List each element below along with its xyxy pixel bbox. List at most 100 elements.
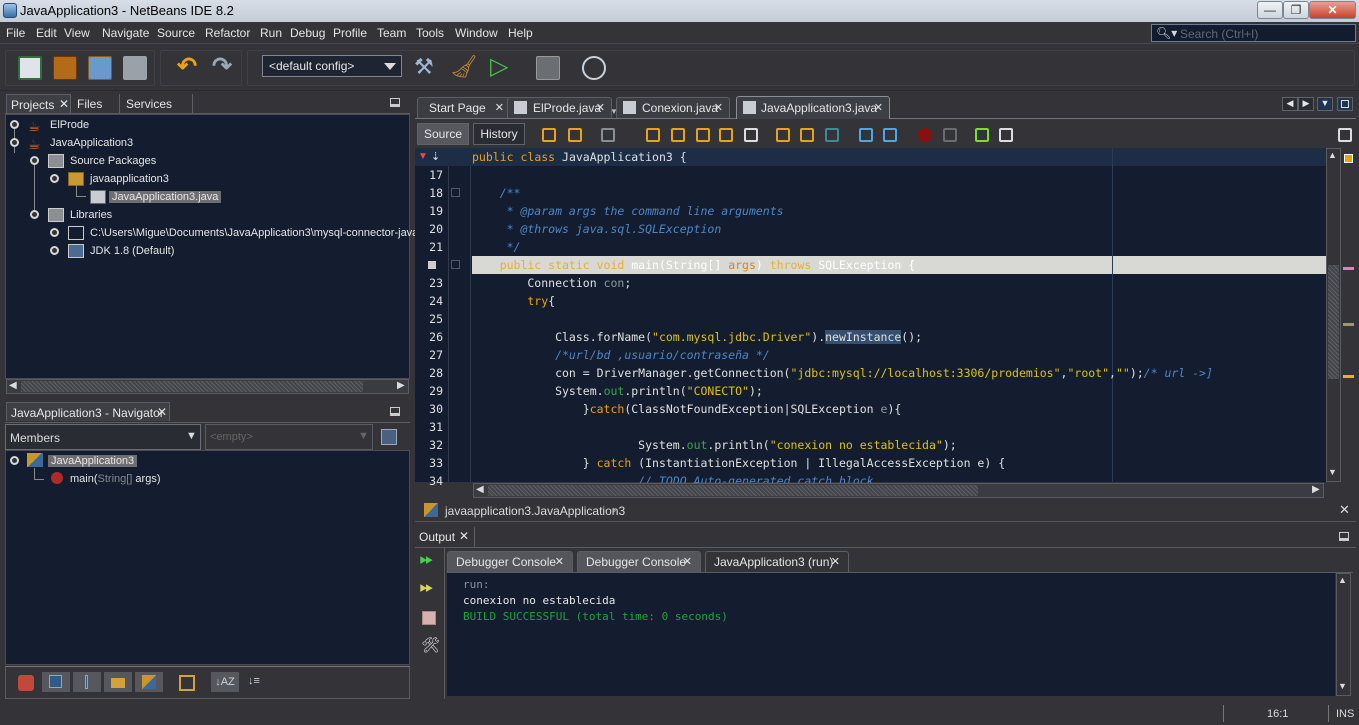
- start-macro-icon[interactable]: [918, 128, 932, 142]
- show-static-button[interactable]: [73, 672, 101, 692]
- menu-tools[interactable]: Tools: [416, 26, 444, 40]
- find-icon[interactable]: [646, 128, 660, 142]
- sort-by-source-icon[interactable]: ↓≡: [248, 675, 260, 687]
- scroll-right-icon[interactable]: ▶: [1312, 484, 1320, 495]
- code-line[interactable]: try{: [472, 292, 555, 310]
- code-line[interactable]: */: [472, 238, 521, 256]
- close-icon[interactable]: ✕: [495, 101, 504, 114]
- inherited-members-icon[interactable]: [18, 675, 34, 691]
- scroll-down-icon[interactable]: ▼: [1328, 467, 1337, 477]
- expand-toggle-icon[interactable]: [50, 246, 59, 255]
- back-icon[interactable]: [568, 128, 582, 142]
- comment-icon[interactable]: [975, 128, 989, 142]
- tree-item[interactable]: Source Packages: [70, 152, 156, 170]
- close-icon[interactable]: ✕: [874, 101, 883, 114]
- chevron-right-icon[interactable]: ›: [612, 502, 616, 517]
- close-icon[interactable]: ✕: [59, 97, 69, 111]
- expand-toggle-icon[interactable]: [30, 156, 39, 165]
- close-icon[interactable]: ✕: [714, 101, 723, 114]
- projects-hscrollbar[interactable]: ◀ ▶: [6, 379, 409, 394]
- search-input[interactable]: 🔍︎▾ Search (Ctrl+I): [1151, 24, 1356, 42]
- scroll-up-icon[interactable]: ▲: [1338, 575, 1347, 585]
- members-filter-select[interactable]: Members ▼: [5, 424, 201, 450]
- tree-item-selected[interactable]: JavaApplication3.java: [109, 188, 222, 206]
- restore-button[interactable]: ❐: [1283, 1, 1309, 19]
- run-icon[interactable]: ▷: [490, 55, 514, 80]
- expand-toggle-icon[interactable]: [10, 456, 19, 465]
- insert-mode[interactable]: INS: [1336, 708, 1354, 720]
- close-icon[interactable]: ✕: [596, 101, 605, 114]
- menu-refactor[interactable]: Refactor: [205, 26, 250, 40]
- tab-projects[interactable]: Projects ✕: [6, 94, 71, 113]
- expand-toggle-icon[interactable]: [10, 138, 19, 147]
- menu-help[interactable]: Help: [508, 26, 533, 40]
- breadcrumb-item[interactable]: javaapplication3.JavaApplication3: [445, 504, 625, 518]
- close-icon[interactable]: ✕: [459, 529, 469, 543]
- output-tab[interactable]: Debugger Console ✕: [447, 551, 573, 572]
- tree-item[interactable]: Libraries: [70, 206, 112, 224]
- close-icon[interactable]: ✕: [1339, 502, 1350, 518]
- close-icon[interactable]: ✕: [683, 555, 692, 568]
- profile-icon[interactable]: [582, 56, 606, 80]
- menu-view[interactable]: View: [64, 26, 90, 40]
- scroll-left-icon[interactable]: ◀: [9, 380, 17, 391]
- show-inner-classes-button[interactable]: [135, 672, 163, 692]
- fold-toggle-icon[interactable]: [451, 260, 460, 269]
- tree-item[interactable]: JDK 1.8 (Default): [90, 242, 174, 260]
- undo-icon[interactable]: ↶: [177, 55, 201, 80]
- code-editor[interactable]: ▼ ⇣ public class JavaApplication3 {17 18 …: [415, 148, 1326, 488]
- toggle-bookmark-icon[interactable]: [825, 128, 839, 142]
- menu-file[interactable]: File: [6, 26, 25, 40]
- fold-toggle-icon[interactable]: [451, 188, 460, 197]
- menu-navigate[interactable]: Navigate: [102, 26, 149, 40]
- tab-navigator[interactable]: JavaApplication3 - Navigator ✕: [6, 402, 170, 421]
- scroll-right-icon[interactable]: ▶: [397, 380, 405, 391]
- output-vscrollbar[interactable]: ▲ ▼: [1336, 573, 1351, 696]
- previous-bookmark-icon[interactable]: [776, 128, 790, 142]
- last-edit-icon[interactable]: [542, 128, 556, 142]
- forward-icon[interactable]: [601, 128, 615, 142]
- new-project-icon[interactable]: [53, 56, 77, 80]
- menu-edit[interactable]: Edit: [36, 26, 57, 40]
- code-line[interactable]: public class JavaApplication3 {: [472, 148, 687, 166]
- source-mode-button[interactable]: Source: [417, 123, 469, 145]
- tree-item-selected[interactable]: JavaApplication3: [48, 452, 138, 470]
- close-icon[interactable]: ✕: [831, 555, 840, 568]
- secondary-filter-select[interactable]: <empty> ▼: [205, 424, 373, 450]
- tab-output[interactable]: Output ✕: [415, 527, 475, 548]
- tree-item[interactable]: JavaApplication3: [50, 134, 133, 152]
- expand-toggle-icon[interactable]: [10, 120, 19, 129]
- code-line[interactable]: /*url/bd ,usuario/contraseña */: [472, 346, 770, 364]
- stop-macro-icon[interactable]: [943, 128, 957, 142]
- expand-toggle-icon[interactable]: [50, 228, 59, 237]
- menu-profile[interactable]: Profile: [333, 26, 367, 40]
- uncomment-icon[interactable]: [999, 128, 1013, 142]
- breakpoint-stripe[interactable]: [1343, 267, 1354, 270]
- output-tab[interactable]: JavaApplication3 (run) ✕: [705, 551, 849, 572]
- code-line[interactable]: }catch(ClassNotFoundException|SQLExcepti…: [472, 400, 902, 418]
- close-icon[interactable]: ✕: [157, 405, 167, 419]
- code-line[interactable]: Class.forName("com.mysql.jdbc.Driver").n…: [472, 328, 922, 346]
- editor-tab-conexion[interactable]: Conexion.java ✕: [616, 97, 730, 118]
- show-fields-button[interactable]: [42, 672, 70, 692]
- rerun-with-params-icon[interactable]: ⏩︎: [420, 579, 433, 597]
- occurrence-stripe[interactable]: [1343, 323, 1354, 326]
- code-line[interactable]: /**: [472, 184, 521, 202]
- tab-services[interactable]: Services: [121, 94, 193, 113]
- config-select[interactable]: <default config>: [262, 55, 402, 77]
- sort-by-name-icon[interactable]: ↓AZ: [211, 672, 239, 692]
- minimize-button[interactable]: —: [1257, 1, 1283, 19]
- output-console[interactable]: run: conexion no establecida BUILD SUCCESS…: [447, 573, 1335, 696]
- code-line[interactable]: * @param args the command line arguments: [472, 202, 784, 220]
- debug-icon[interactable]: [536, 56, 560, 80]
- scroll-tabs-right-icon[interactable]: ▶: [1298, 97, 1314, 111]
- tree-item[interactable]: C:\Users\Migue\Documents\JavaApplication…: [90, 224, 418, 242]
- clean-build-icon[interactable]: 🧹︎: [450, 56, 478, 80]
- next-bookmark-icon[interactable]: [800, 128, 814, 142]
- minimize-panel-icon[interactable]: [390, 407, 400, 416]
- maximize-window-icon[interactable]: [1337, 97, 1353, 111]
- shift-right-icon[interactable]: [883, 128, 897, 142]
- stop-icon[interactable]: [422, 611, 436, 625]
- editor-expand-icon[interactable]: [1338, 128, 1352, 142]
- minimize-panel-icon[interactable]: [390, 98, 400, 107]
